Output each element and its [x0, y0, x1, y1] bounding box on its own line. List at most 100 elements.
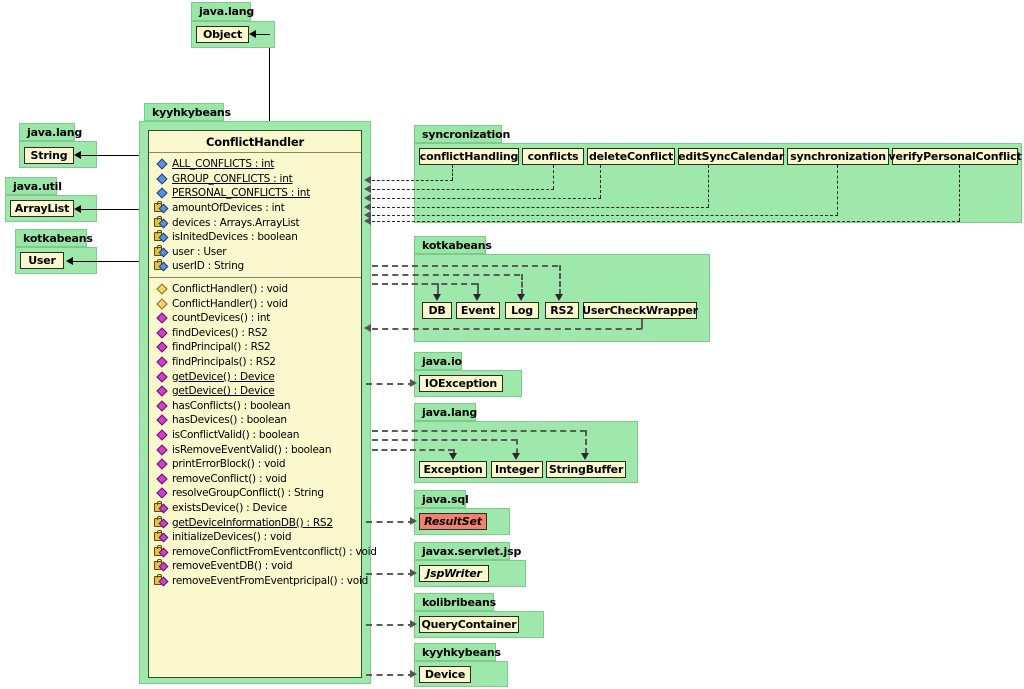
class-integer[interactable]: Integer [491, 461, 543, 478]
dep-sync-v-3 [600, 165, 601, 198]
method-label: getDevice() : Device [172, 370, 275, 383]
class-conflicthandler[interactable]: ConflictHandler ALL_CONFLICTS : int GROU… [148, 130, 377, 678]
public-attribute-icon [154, 187, 169, 200]
package-tab-java-io: java.io [414, 352, 462, 370]
attribute-row[interactable]: userID : String [149, 259, 361, 274]
package-tab-java-sql: java.sql [414, 490, 469, 508]
dep-kotka-v-log [521, 274, 523, 295]
method-row[interactable]: ConflictHandler() : void [149, 282, 361, 297]
attribute-row[interactable]: amountOfDevices : int [149, 201, 361, 216]
method-row[interactable]: hasConflicts() : boolean [149, 399, 361, 414]
attribute-row[interactable]: GROUP_CONFLICTS : int [149, 172, 361, 187]
private-method-icon [154, 500, 169, 514]
attribute-label: ALL_CONFLICTS : int [172, 158, 275, 171]
public-method-icon [154, 370, 169, 383]
method-row[interactable]: isRemoveEventValid() : boolean [149, 442, 361, 457]
method-row[interactable]: hasDevices() : boolean [149, 413, 361, 428]
attribute-row[interactable]: user : User [149, 244, 361, 260]
attribute-row[interactable]: devices : Arrays.ArrayList [149, 215, 361, 230]
attribute-row[interactable]: PERSONAL_CONFLICTS : int [149, 186, 361, 201]
method-label: isConflictValid() : boolean [172, 428, 300, 441]
private-attribute-icon [154, 244, 169, 258]
package-tab-kyyhkybeans-main: kyyhkybeans [144, 103, 231, 121]
method-row[interactable]: countDevices() : int [149, 311, 361, 326]
class-arraylist[interactable]: ArrayList [10, 200, 74, 217]
class-conflicthandling[interactable]: conflictHandling [419, 148, 519, 165]
class-stringbuffer[interactable]: StringBuffer [546, 461, 626, 478]
class-verifypersonalconflict[interactable]: verifyPersonalConflict [888, 148, 1022, 165]
method-row[interactable]: resolveGroupConflict() : String [149, 486, 361, 501]
class-db[interactable]: DB [422, 302, 452, 319]
class-ioexception[interactable]: IOException [419, 375, 503, 392]
class-editsynccalendar[interactable]: editSyncCalendar [678, 148, 784, 165]
attribute-label: devices : Arrays.ArrayList [172, 216, 300, 229]
method-row[interactable]: findPrincipals() : RS2 [149, 355, 361, 370]
dep-kotka-v-rs2 [559, 265, 561, 295]
generalization-arrowhead [249, 30, 256, 38]
dep-arrowhead-sync-1 [364, 176, 371, 184]
public-method-icon [154, 312, 169, 324]
dep-sync-h-4 [372, 207, 709, 208]
package-tab-java-lang-string: java.lang [19, 123, 82, 141]
method-row[interactable]: findDevices() : RS2 [149, 326, 361, 341]
method-label: getDevice() : Device [172, 385, 275, 398]
method-label: removeConflictFromEventconflict() : void [172, 545, 377, 558]
package-tab-javax-servlet-jsp: javax.servlet.jsp [414, 542, 521, 560]
interface-jspwriter[interactable]: JspWriter [419, 565, 489, 582]
method-label: existsDevice() : Device [172, 501, 287, 514]
method-row[interactable]: getDevice() : Device [149, 384, 361, 399]
public-method-icon [154, 473, 169, 485]
method-row[interactable]: initializeDevices() : void [149, 530, 361, 545]
package-tab-kotkabeans: kotkabeans [414, 236, 492, 254]
attribute-label: user : User [172, 245, 227, 258]
class-event[interactable]: Event [456, 302, 500, 319]
constructor-icon [154, 297, 169, 310]
assoc-line-user [73, 261, 148, 262]
package-tab-syncronization: syncronization [414, 125, 510, 143]
class-deleteconflict[interactable]: deleteConflict [587, 148, 675, 165]
dep-arrowhead-sync-3 [364, 194, 371, 202]
class-device[interactable]: Device [419, 666, 471, 683]
dep-kotka-h-4 [372, 283, 438, 285]
private-method-icon [154, 544, 169, 558]
method-row[interactable]: findPrincipal() : RS2 [149, 340, 361, 355]
dep-arrowhead-ioexception [410, 379, 417, 387]
attribute-row[interactable]: ALL_CONFLICTS : int [149, 157, 361, 172]
method-row[interactable]: existsDevice() : Device [149, 500, 361, 516]
class-user[interactable]: User [20, 252, 64, 269]
method-row[interactable]: removeEventFromEventpricipal() : void [149, 573, 368, 589]
class-rs2[interactable]: RS2 [545, 302, 579, 319]
public-method-icon [154, 429, 169, 441]
dep-line-jspwriter [366, 573, 414, 575]
method-row[interactable]: removeConflictFromEventconflict() : void [149, 544, 377, 559]
private-method-icon [154, 559, 169, 572]
assoc-arrowhead-arraylist [74, 205, 81, 213]
method-label: isRemoveEventValid() : boolean [172, 443, 332, 456]
class-usercheckwrapper[interactable]: UserCheckWrapper [582, 302, 698, 319]
attribute-label: amountOfDevices : int [172, 202, 285, 215]
attribute-row[interactable]: isInitedDevices : boolean [149, 230, 361, 245]
method-row[interactable]: removeEventDB() : void [149, 559, 361, 574]
class-synchronization[interactable]: synchronization [787, 148, 889, 165]
class-exception[interactable]: Exception [419, 461, 487, 478]
class-log[interactable]: Log [505, 302, 539, 319]
class-querycontainer[interactable]: QueryContainer [419, 616, 519, 633]
dep-arrowhead-rs2 [555, 294, 563, 301]
method-row[interactable]: getDevice() : Device [149, 369, 361, 384]
class-object[interactable]: Object [196, 26, 249, 43]
assoc-line-arraylist [81, 209, 148, 210]
private-attribute-icon [154, 201, 169, 214]
method-row[interactable]: ConflictHandler() : void [149, 296, 361, 311]
public-attribute-icon [154, 158, 169, 170]
interface-resultset[interactable]: ResultSet [419, 513, 487, 530]
method-row[interactable]: removeConflict() : void [149, 471, 361, 486]
method-row[interactable]: getDeviceInformationDB() : RS2 [149, 515, 361, 530]
class-conflicts[interactable]: conflicts [522, 148, 584, 165]
dep-line-ioexception [366, 383, 414, 385]
method-row[interactable]: printErrorBlock() : void [149, 457, 361, 472]
method-row[interactable]: isConflictValid() : boolean [149, 428, 361, 443]
method-label: getDeviceInformationDB() : RS2 [172, 516, 333, 529]
dep-sync-h-1 [372, 180, 453, 181]
class-string[interactable]: String [24, 147, 74, 164]
dep-arrowhead-sync-6 [364, 217, 371, 225]
